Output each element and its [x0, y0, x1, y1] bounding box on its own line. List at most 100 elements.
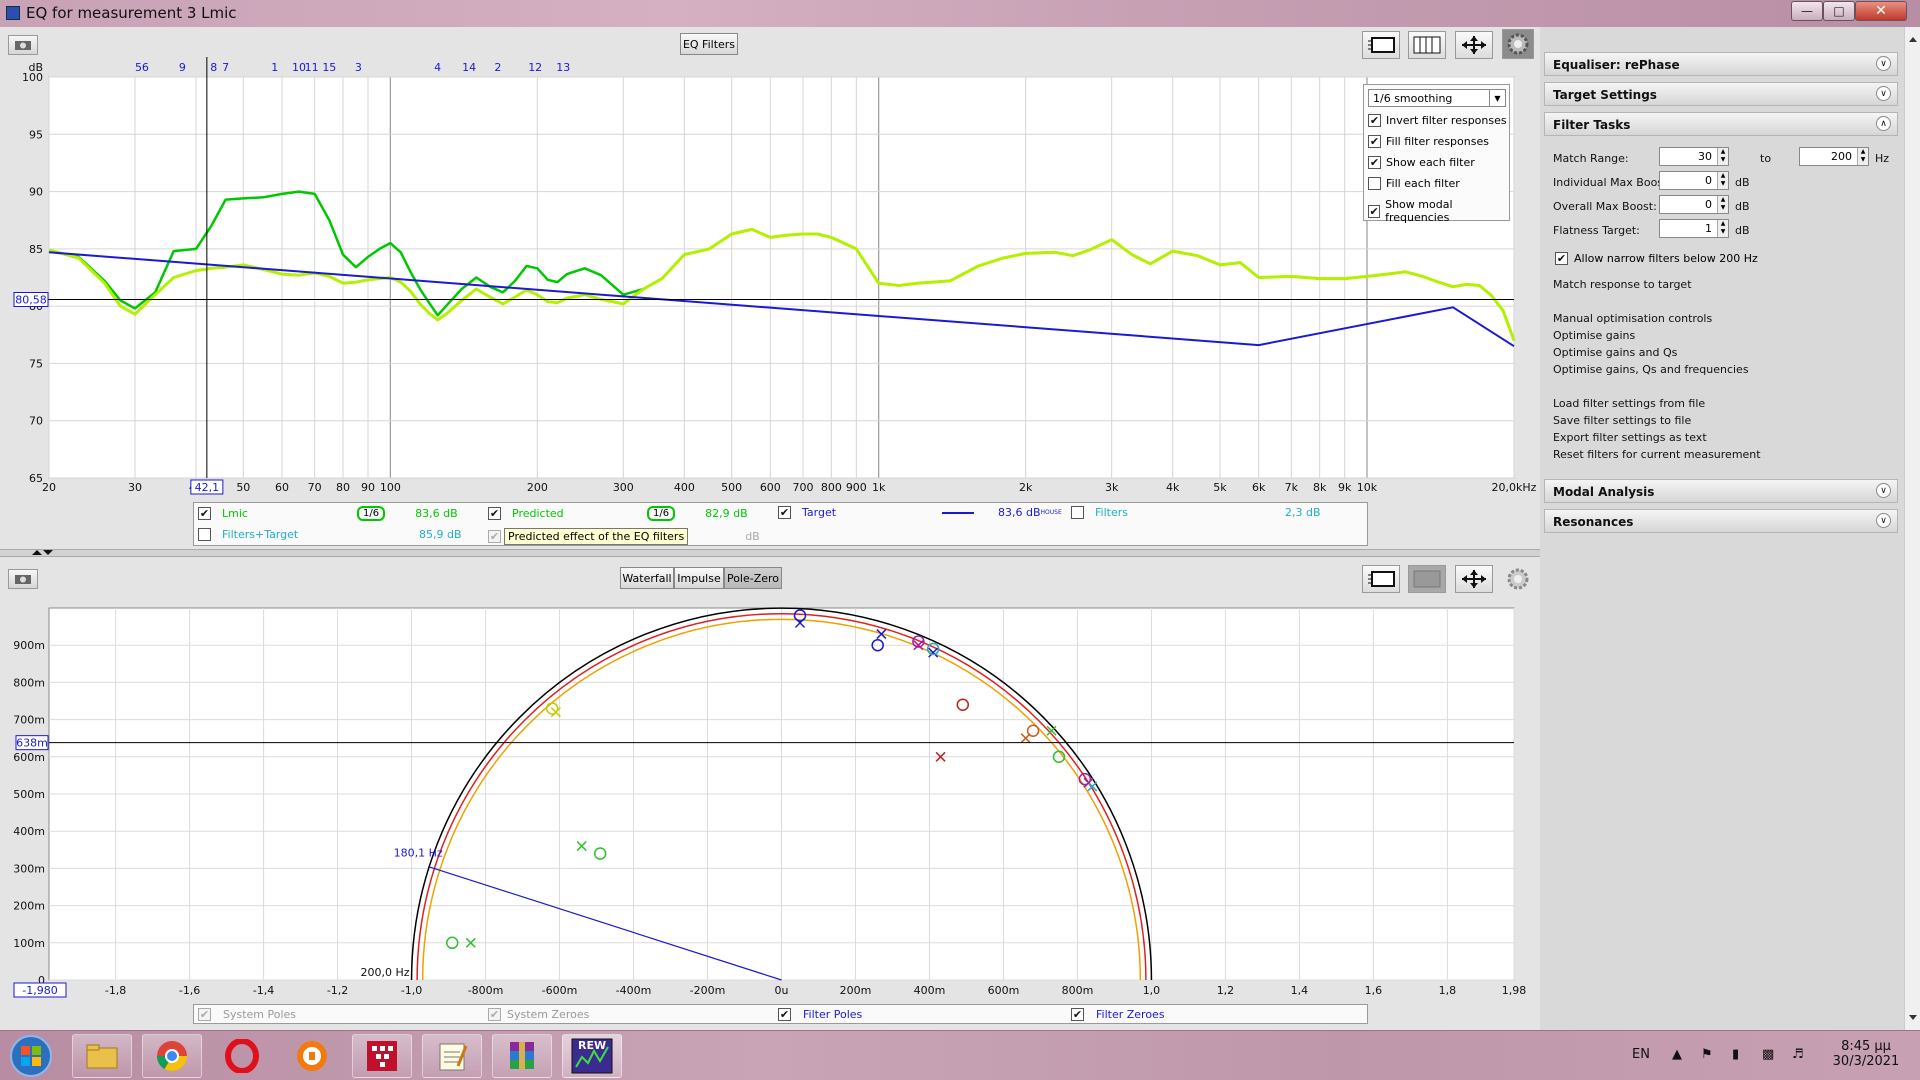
taskbar-notepad[interactable]: [422, 1034, 482, 1078]
checkbox[interactable]: ✔: [1368, 135, 1381, 148]
overall-max-boost-input[interactable]: 0 ▲ ▼: [1659, 195, 1729, 214]
target-settings-header[interactable]: Target Settings ∨: [1544, 82, 1898, 106]
screenshot-button[interactable]: [8, 35, 38, 55]
match-range-to-input[interactable]: 200 ▲ ▼: [1799, 147, 1869, 166]
tab-waterfall[interactable]: Waterfall: [620, 567, 674, 589]
eq-filters-button[interactable]: EQ Filters: [680, 33, 738, 55]
settings-button[interactable]: [1502, 29, 1534, 59]
individual-max-boost-input[interactable]: 0 ▲ ▼: [1659, 171, 1729, 190]
scroll-down-icon[interactable]: [1906, 1012, 1920, 1024]
tab-pole-zero[interactable]: Pole-Zero: [724, 567, 782, 589]
optimise-gains-qs-frequencies-action[interactable]: Optimise gains, Qs and frequencies: [1553, 363, 1749, 376]
invert-filter-responses-option[interactable]: ✔ Invert filter responses: [1368, 114, 1507, 127]
minimize-button[interactable]: —: [1791, 1, 1823, 21]
filter-tasks-header[interactable]: Filter Tasks ∧: [1544, 112, 1898, 136]
legend-filter-zeroes[interactable]: ✔ Filter Zeroes: [1071, 1008, 1165, 1021]
network-icon[interactable]: ▩: [1762, 1047, 1774, 1062]
reset-filters-action[interactable]: Reset filters for current measurement: [1553, 448, 1761, 461]
export-filter-settings-action[interactable]: Export filter settings as text: [1553, 431, 1707, 444]
checkbox[interactable]: [198, 528, 211, 541]
load-filter-settings-action[interactable]: Load filter settings from file: [1553, 397, 1705, 410]
fill-filter-responses-option[interactable]: ✔ Fill filter responses: [1368, 135, 1489, 148]
legend-system-zeroes[interactable]: ✔ System Zeroes: [488, 1008, 589, 1021]
flatness-target-input[interactable]: 1 ▲ ▼: [1659, 219, 1729, 238]
checkbox[interactable]: ✔: [1368, 156, 1381, 169]
settings-button-lower[interactable]: [1502, 565, 1534, 593]
checkbox[interactable]: ✔: [488, 1008, 501, 1021]
checkbox[interactable]: ✔: [1071, 1008, 1084, 1021]
spinner-arrows-icon[interactable]: ▲ ▼: [1717, 196, 1728, 213]
taskbar-chrome[interactable]: [142, 1034, 202, 1078]
language-indicator[interactable]: EN: [1632, 1047, 1650, 1062]
checkbox[interactable]: ✔: [488, 507, 501, 520]
panel-splitter[interactable]: [0, 549, 1540, 557]
legend-item-predicted[interactable]: ✔ Predicted 1/6 82,9 dB: [488, 506, 748, 521]
chevron-down-icon[interactable]: ∨: [1876, 513, 1891, 528]
spinner-arrows-icon[interactable]: ▲ ▼: [1717, 172, 1728, 189]
battery-icon[interactable]: ▮: [1732, 1047, 1739, 1062]
legend-item-filters[interactable]: Filters 2,3 dB: [1071, 506, 1321, 519]
checkbox[interactable]: ✔: [778, 506, 791, 519]
screenshot-button-lower[interactable]: [8, 569, 38, 589]
zoom-fit-button-lower[interactable]: [1455, 565, 1493, 593]
pole-zero-chart[interactable]: -1,8 -1,6 -1,4 -1,2 -1,0 -800m -600m -400m -200m…: [0, 600, 1540, 1000]
tab-impulse[interactable]: Impulse: [674, 567, 724, 589]
graph-layout-button-lower[interactable]: [1362, 565, 1400, 593]
spinner-arrows-icon[interactable]: ▲ ▼: [1717, 220, 1728, 237]
checkbox[interactable]: ✔: [488, 530, 501, 543]
chevron-down-icon[interactable]: ∨: [1876, 86, 1891, 101]
optimise-gains-qs-action[interactable]: Optimise gains and Qs: [1553, 346, 1677, 359]
maximize-button[interactable]: □: [1823, 1, 1855, 21]
equaliser-header[interactable]: Equaliser: rePhase ∨: [1544, 52, 1898, 76]
checkbox[interactable]: ✔: [1368, 114, 1381, 127]
graph-layout-button[interactable]: [1362, 31, 1400, 59]
legend-system-poles[interactable]: ✔ System Poles: [198, 1008, 296, 1021]
optimise-gains-action[interactable]: Optimise gains: [1553, 329, 1635, 342]
checkbox[interactable]: ✔: [778, 1008, 791, 1021]
checkbox[interactable]: [1071, 506, 1084, 519]
taskbar-rew[interactable]: REW: [562, 1034, 622, 1078]
grid-button-lower[interactable]: [1408, 565, 1446, 593]
save-filter-settings-action[interactable]: Save filter settings to file: [1553, 414, 1691, 427]
spinner-arrows-icon[interactable]: ▲ ▼: [1857, 148, 1868, 165]
modal-analysis-header[interactable]: Modal Analysis ∨: [1544, 479, 1898, 503]
smoothing-badge[interactable]: 1/6: [357, 506, 386, 521]
tray-expand-icon[interactable]: ▲: [1672, 1047, 1682, 1062]
smoothing-select[interactable]: 1/6 smoothing ▼: [1368, 89, 1506, 107]
close-button[interactable]: ✕: [1855, 1, 1907, 21]
match-response-action[interactable]: Match response to target: [1553, 278, 1692, 291]
right-panel-scrollbar[interactable]: [1904, 27, 1920, 1030]
manual-optimisation-action[interactable]: Manual optimisation controls: [1553, 312, 1712, 325]
frequency-response-chart[interactable]: 2030405060708090100200300400500600700800…: [0, 57, 1540, 502]
legend-filter-poles[interactable]: ✔ Filter Poles: [778, 1008, 862, 1021]
chevron-down-icon[interactable]: ∨: [1876, 56, 1891, 71]
taskbar-avast-browser[interactable]: [282, 1034, 342, 1078]
chevron-up-icon[interactable]: ∧: [1876, 116, 1891, 131]
spinner-arrows-icon[interactable]: ▲ ▼: [1717, 148, 1728, 165]
allow-narrow-filters-option[interactable]: ✔ Allow narrow filters below 200 Hz: [1555, 252, 1758, 265]
volume-icon[interactable]: ♬: [1792, 1047, 1804, 1062]
taskbar-winrar[interactable]: [492, 1034, 552, 1078]
legend-item-target[interactable]: ✔ Target 83,6 dB HOUSE: [778, 506, 1062, 519]
grid-button[interactable]: [1408, 31, 1446, 59]
checkbox[interactable]: [1368, 177, 1381, 190]
taskbar-explorer[interactable]: [72, 1034, 132, 1078]
smoothing-badge[interactable]: 1/6: [647, 506, 676, 521]
show-each-filter-option[interactable]: ✔ Show each filter: [1368, 156, 1475, 169]
checkbox[interactable]: ✔: [1555, 252, 1568, 265]
taskbar-app-red[interactable]: [352, 1034, 412, 1078]
legend-item-predicted-effect[interactable]: ✔ Predicted effect of the EQ filters dB: [488, 528, 760, 545]
taskbar-opera[interactable]: [212, 1034, 272, 1078]
clock[interactable]: 8:45 μμ 30/3/2021: [1826, 1039, 1906, 1069]
checkbox[interactable]: ✔: [198, 507, 211, 520]
show-modal-frequencies-option[interactable]: ✔ Show modal frequencies: [1368, 198, 1509, 224]
scroll-up-icon[interactable]: [1906, 33, 1920, 45]
legend-item-lmic[interactable]: ✔ Lmic 1/6 83,6 dB: [198, 506, 458, 521]
match-range-from-input[interactable]: 30 ▲ ▼: [1659, 147, 1729, 166]
resonances-header[interactable]: Resonances ∨: [1544, 509, 1898, 533]
checkbox[interactable]: ✔: [198, 1008, 211, 1021]
legend-item-filters-target[interactable]: Filters+Target 85,9 dB: [198, 528, 462, 541]
start-button[interactable]: [8, 1034, 54, 1078]
checkbox[interactable]: ✔: [1368, 204, 1381, 218]
chevron-down-icon[interactable]: ∨: [1876, 483, 1891, 498]
